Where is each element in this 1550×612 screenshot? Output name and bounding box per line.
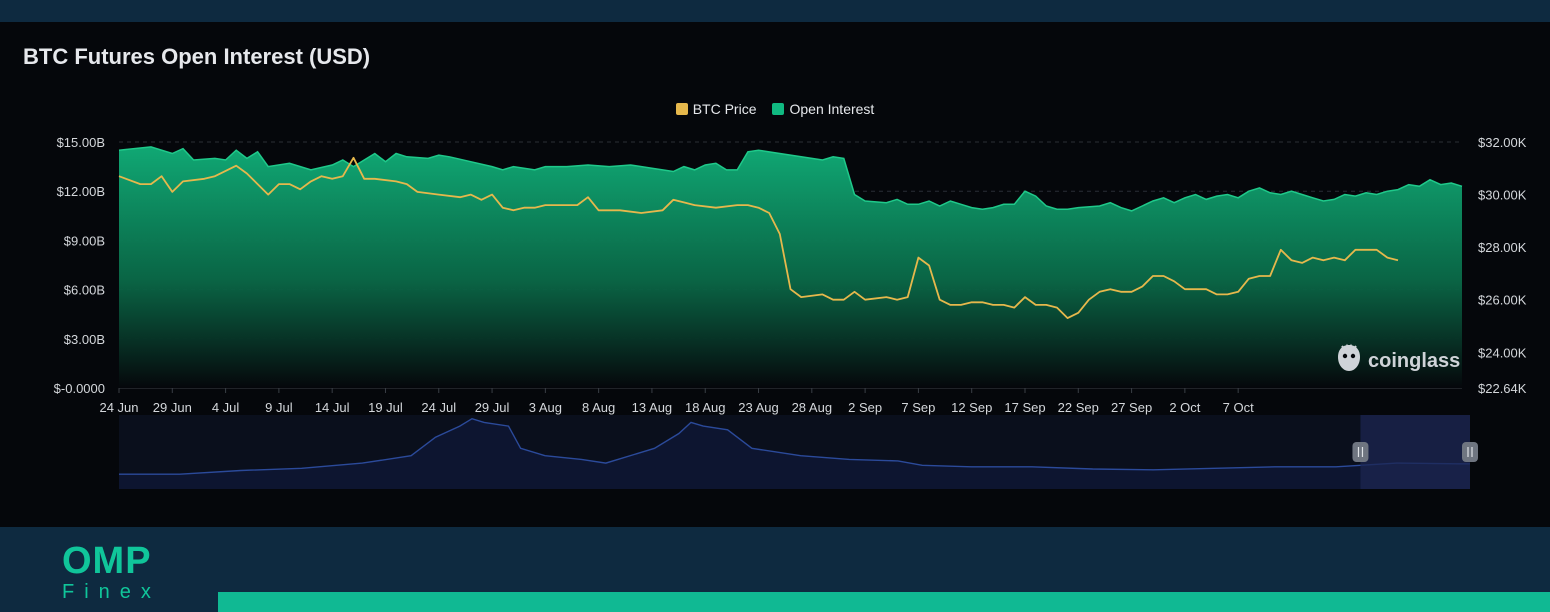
x-tick-label: 17 Sep (1004, 400, 1045, 415)
x-tick-label: 28 Aug (792, 400, 833, 415)
navigator-selection (1360, 415, 1470, 489)
x-tick-label: 8 Aug (582, 400, 615, 415)
coinglass-watermark-text: coinglass (1368, 349, 1461, 372)
y-right-tick-label: $24.00K (1478, 345, 1527, 360)
y-left-tick-label: $15.00B (57, 135, 105, 150)
coinglass-logo-icon (1336, 343, 1362, 379)
x-tick-label: 7 Sep (901, 400, 935, 415)
area-layer (118, 146, 1463, 388)
x-tick-label: 13 Aug (632, 400, 673, 415)
y-left-tick-label: $-0.0000 (54, 381, 105, 396)
x-tick-label: 29 Jul (475, 400, 510, 415)
x-tick-label: 12 Sep (951, 400, 992, 415)
navigator-handle-right[interactable] (1462, 442, 1478, 462)
y-left-tick-label: $12.00B (57, 184, 105, 199)
x-tick-label: 3 Aug (529, 400, 562, 415)
x-tick-label: 19 Jul (368, 400, 403, 415)
chart-legend: BTC Price Open Interest (0, 101, 1550, 117)
y-left-tick-label: $6.00B (64, 283, 105, 298)
x-tick-label: 27 Sep (1111, 400, 1152, 415)
coinglass-watermark: coinglass (1336, 343, 1460, 379)
x-tick-label: 29 Jun (153, 400, 192, 415)
navigator-handle-left[interactable] (1352, 442, 1369, 462)
legend-label-btc-price: BTC Price (692, 101, 757, 117)
x-tick-label: 24 Jun (99, 400, 138, 415)
x-tick-label: 23 Aug (738, 400, 779, 415)
chart-title: BTC Futures Open Interest (USD) (23, 44, 371, 69)
y-right-tick-label: $28.00K (1478, 240, 1527, 255)
legend-item-open-interest[interactable]: Open Interest (772, 101, 874, 117)
x-tick-label: 7 Oct (1223, 400, 1254, 415)
logo-name: OMP (62, 540, 152, 582)
x-tick-label: 14 Jul (315, 400, 350, 415)
open-interest-area (119, 146, 1462, 388)
y-left-tick-label: $9.00B (64, 233, 105, 248)
legend-item-btc-price[interactable]: BTC Price (675, 101, 757, 117)
x-tick-label: 18 Aug (685, 400, 726, 415)
chart-svg: $15.00B $12.00B $9.00B $6.00B $3.00B $-0.0000… (54, 135, 1527, 489)
legend-label-open-interest: Open Interest (789, 101, 875, 117)
x-tick-label: 24 Jul (421, 400, 456, 415)
x-tick-label: 22 Sep (1058, 400, 1099, 415)
omp-finex-logo: OMP Finex (62, 542, 161, 602)
logo-sub: Finex (62, 581, 161, 603)
navigator[interactable] (119, 415, 1478, 489)
x-tick-label: 2 Oct (1169, 400, 1200, 415)
x-tick-label: 9 Jul (265, 400, 293, 415)
y-right-tick-label: $32.00K (1478, 135, 1527, 150)
handle-grip (1352, 442, 1369, 462)
x-tick-label: 4 Jul (212, 400, 240, 415)
chart-card: $15.00B $12.00B $9.00B $6.00B $3.00B $-0.0000… (0, 22, 1550, 527)
legend-swatch-open-interest (772, 103, 785, 115)
x-tick-label: 2 Sep (848, 400, 882, 415)
y-left-tick-label: $3.00B (64, 332, 105, 347)
brand-accent-bar (218, 592, 1550, 612)
y-right-tick-label: $30.00K (1478, 188, 1527, 203)
y-right-tick-label: $26.00K (1478, 293, 1527, 308)
y-right-tick-label: $22.64K (1478, 381, 1527, 396)
legend-swatch-btc-price (675, 103, 688, 115)
handle-grip (1462, 442, 1478, 462)
